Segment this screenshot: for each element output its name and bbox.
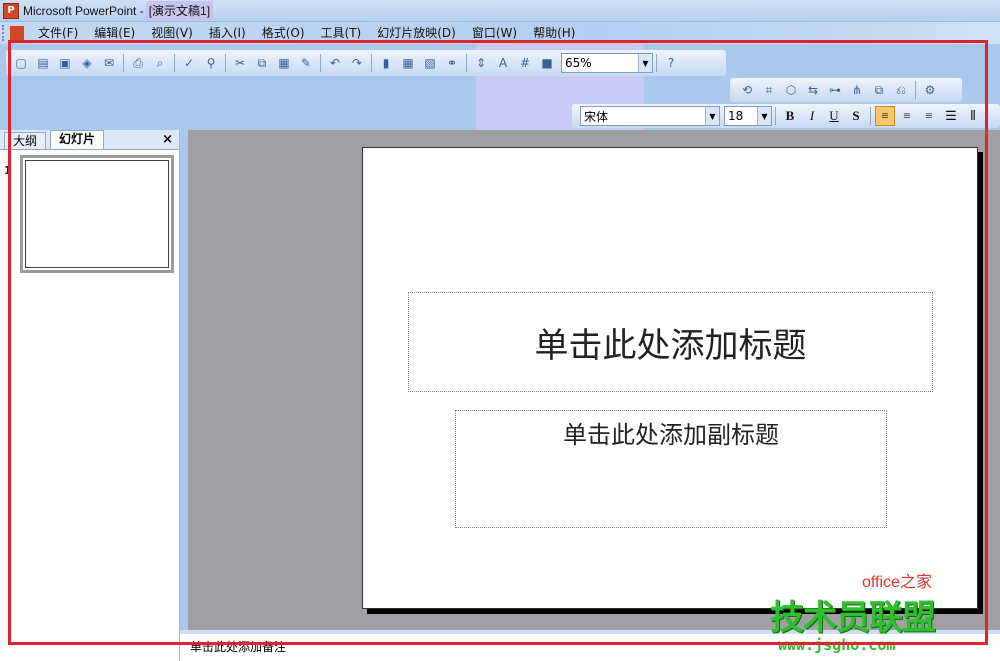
chevron-down-icon[interactable]: ▼ xyxy=(638,54,652,72)
watermark-office-home: office之家 xyxy=(862,574,932,591)
slide-editing-area: 单击此处添加标题 单击此处添加副标题 xyxy=(188,130,1000,630)
pane-tabs: 大纲 幻灯片 × xyxy=(0,130,179,150)
cut-icon[interactable]: ✂ xyxy=(230,53,250,73)
document-title: [演示文稿1] xyxy=(145,1,214,20)
font-name-select[interactable]: 宋体 ▼ xyxy=(580,106,720,126)
vertical-text-icon[interactable]: ⦀ xyxy=(963,106,983,126)
print-icon[interactable]: ⎙ xyxy=(128,53,148,73)
title-bar: P Microsoft PowerPoint - [演示文稿1] xyxy=(0,0,1000,22)
menu-tools[interactable]: 工具(T) xyxy=(313,22,370,44)
formatting-toolbar: 宋体 ▼ 18 ▼ B I U S ≡ ≡ ≡ ☰ ⦀ xyxy=(572,104,1000,128)
notes-placeholder: 单击此处添加备注 xyxy=(190,640,287,654)
title-placeholder[interactable]: 单击此处添加标题 xyxy=(408,292,933,392)
align-right-icon[interactable]: ≡ xyxy=(919,106,939,126)
color-icon[interactable]: ■ xyxy=(537,53,557,73)
shape-tool-icon[interactable]: ⌗ xyxy=(759,80,779,100)
email-icon[interactable]: ✉ xyxy=(99,53,119,73)
shape-tool-icon[interactable]: ⧉ xyxy=(869,80,889,100)
paste-icon[interactable]: ▦ xyxy=(274,53,294,73)
help-icon[interactable]: ? xyxy=(661,53,681,73)
toolbar-separator xyxy=(371,54,372,72)
shape-tool-icon[interactable]: ⇆ xyxy=(803,80,823,100)
distributed-icon[interactable]: ☰ xyxy=(941,106,961,126)
slides-outline-pane: 大纲 幻灯片 × 1 xyxy=(0,130,180,661)
bold-button[interactable]: B xyxy=(780,106,800,126)
menu-insert[interactable]: 插入(I) xyxy=(201,22,254,44)
toolbar-separator xyxy=(320,54,321,72)
copy-icon[interactable]: ⧉ xyxy=(252,53,272,73)
toolbar-separator xyxy=(466,54,467,72)
menu-help[interactable]: 帮助(H) xyxy=(525,22,583,44)
chevron-down-icon[interactable]: ▼ xyxy=(757,107,771,125)
menu-bar: 文件(F) 编辑(E) 视图(V) 插入(I) 格式(O) 工具(T) 幻灯片放… xyxy=(0,22,1000,44)
menu-format[interactable]: 格式(O) xyxy=(254,22,313,44)
format-painter-icon[interactable]: ✎ xyxy=(296,53,316,73)
standard-toolbar: ▢ ▤ ▣ ◈ ✉ ⎙ ⌕ ✓ ⚲ ✂ ⧉ ▦ ✎ ↶ ↷ ▮ ▦ ▧ ⚭ ⇕ … xyxy=(6,50,726,76)
slide-thumbnail-canvas xyxy=(25,160,169,268)
toolbar-separator xyxy=(225,54,226,72)
tab-outline[interactable]: 大纲 xyxy=(4,132,47,149)
shape-tool-icon[interactable]: ⟲ xyxy=(737,80,757,100)
shape-tool-icon[interactable]: ⎌ xyxy=(891,80,911,100)
font-name-value: 宋体 xyxy=(584,109,609,124)
menu-grip-handle[interactable] xyxy=(2,25,8,41)
save-icon[interactable]: ▣ xyxy=(55,53,75,73)
document-icon[interactable] xyxy=(10,26,24,40)
zoom-select[interactable]: 65% ▼ xyxy=(561,53,653,73)
toolbar-separator xyxy=(174,54,175,72)
toolbar-separator xyxy=(123,54,124,72)
permission-icon[interactable]: ◈ xyxy=(77,53,97,73)
toolbar-separator xyxy=(775,107,776,125)
tab-slides[interactable]: 幻灯片 xyxy=(50,130,105,149)
print-preview-icon[interactable]: ⌕ xyxy=(150,53,170,73)
expand-icon[interactable]: ⇕ xyxy=(471,53,491,73)
menu-window[interactable]: 窗口(W) xyxy=(464,22,525,44)
redo-icon[interactable]: ↷ xyxy=(347,53,367,73)
align-center-icon[interactable]: ≡ xyxy=(897,106,917,126)
align-left-icon[interactable]: ≡ xyxy=(875,106,895,126)
options-icon[interactable]: ⚙ xyxy=(920,80,940,100)
menu-slideshow[interactable]: 幻灯片放映(D) xyxy=(369,22,464,44)
table-icon[interactable]: ▦ xyxy=(398,53,418,73)
hyperlink-icon[interactable]: ⚭ xyxy=(442,53,462,73)
spelling-icon[interactable]: ✓ xyxy=(179,53,199,73)
italic-button[interactable]: I xyxy=(802,106,822,126)
slide-number: 1 xyxy=(4,164,12,177)
grid-icon[interactable]: # xyxy=(515,53,535,73)
subtitle-placeholder[interactable]: 单击此处添加副标题 xyxy=(455,410,887,528)
research-icon[interactable]: ⚲ xyxy=(201,53,221,73)
shape-tool-icon[interactable]: ⋔ xyxy=(847,80,867,100)
shape-tool-icon[interactable]: ⬡ xyxy=(781,80,801,100)
watermark-url: www.jsgho.com xyxy=(778,636,896,654)
slide-thumbnail[interactable] xyxy=(20,155,174,273)
tables-borders-icon[interactable]: ▧ xyxy=(420,53,440,73)
show-formatting-icon[interactable]: A xyxy=(493,53,513,73)
toolbar-separator xyxy=(915,81,916,99)
slide-canvas[interactable]: 单击此处添加标题 单击此处添加副标题 xyxy=(362,147,978,609)
close-icon[interactable]: × xyxy=(162,132,173,147)
powerpoint-app-icon[interactable]: P xyxy=(3,2,19,19)
app-title: Microsoft PowerPoint - xyxy=(23,3,144,18)
toolbar-separator xyxy=(870,107,871,125)
open-icon[interactable]: ▤ xyxy=(33,53,53,73)
chart-icon[interactable]: ▮ xyxy=(376,53,396,73)
toolbar-separator xyxy=(656,54,657,72)
watermark-tech-alliance: 技术员联盟 xyxy=(770,598,936,638)
drawing-toolbar: ⟲ ⌗ ⬡ ⇆ ⊶ ⋔ ⧉ ⎌ ⚙ xyxy=(730,78,962,102)
font-size-value: 18 xyxy=(728,109,744,123)
menu-edit[interactable]: 编辑(E) xyxy=(86,22,143,44)
chevron-down-icon[interactable]: ▼ xyxy=(705,107,719,125)
menu-file[interactable]: 文件(F) xyxy=(30,22,86,44)
zoom-value: 65% xyxy=(565,56,592,70)
shadow-button[interactable]: S xyxy=(846,106,866,126)
new-icon[interactable]: ▢ xyxy=(11,53,31,73)
underline-button[interactable]: U xyxy=(824,106,844,126)
menu-view[interactable]: 视图(V) xyxy=(143,22,201,44)
font-size-select[interactable]: 18 ▼ xyxy=(724,106,772,126)
shape-tool-icon[interactable]: ⊶ xyxy=(825,80,845,100)
undo-icon[interactable]: ↶ xyxy=(325,53,345,73)
